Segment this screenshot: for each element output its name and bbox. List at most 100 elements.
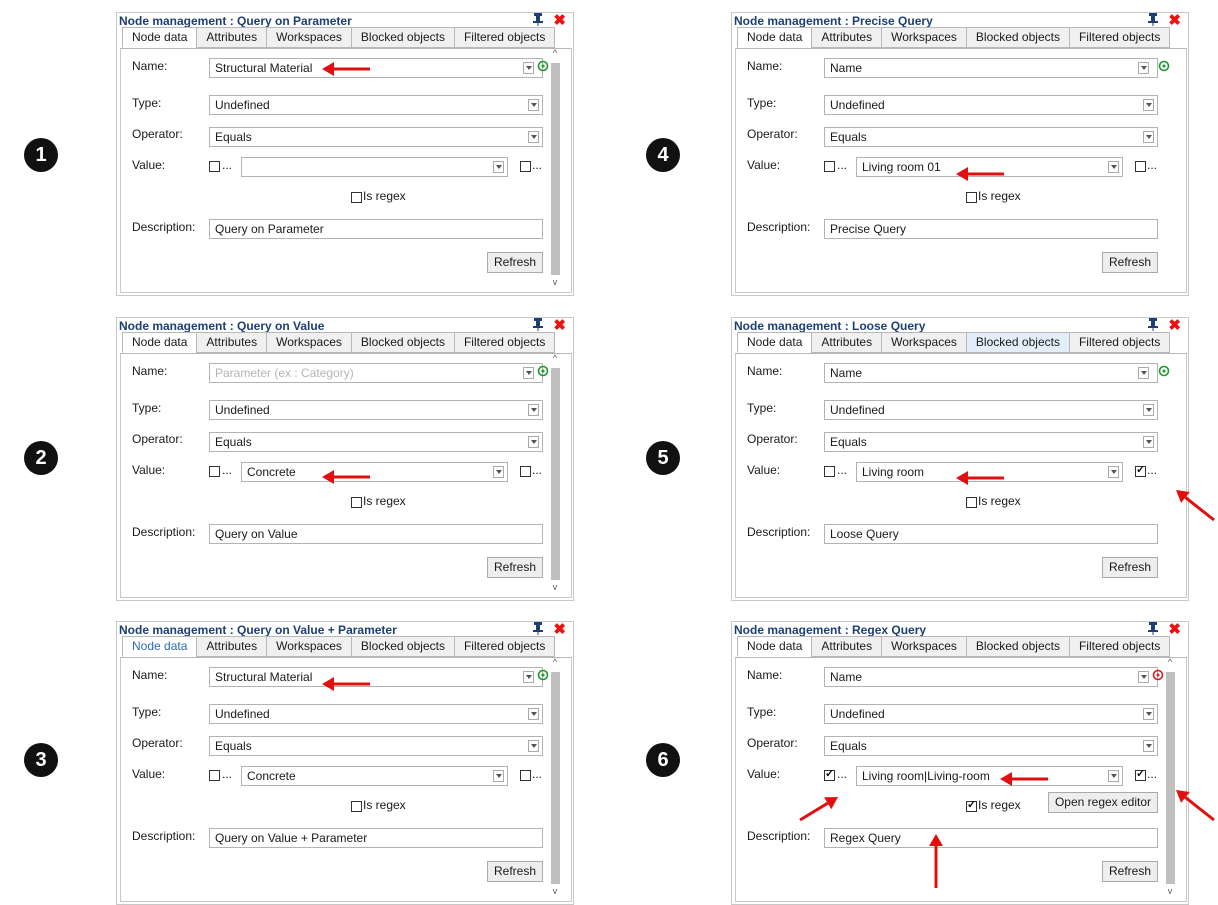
value-right-checkbox[interactable] — [520, 770, 531, 781]
open-regex-editor-button[interactable]: Open regex editor — [1048, 792, 1158, 813]
tab-blocked-objects[interactable]: Blocked objects — [350, 332, 455, 353]
chevron-down-icon[interactable] — [1143, 131, 1154, 143]
pin-icon[interactable] — [532, 13, 544, 26]
value-right-checkbox[interactable] — [1135, 767, 1146, 781]
scrollbar-thumb[interactable] — [551, 368, 560, 580]
tab-node-data[interactable]: Node data — [122, 332, 198, 353]
chevron-down-icon[interactable] — [528, 708, 539, 720]
tab-node-data[interactable]: Node data — [122, 27, 198, 48]
chevron-down-icon[interactable] — [1143, 436, 1154, 448]
tab-filtered-objects[interactable]: Filtered objects — [453, 636, 556, 657]
scroll-up-icon[interactable]: ^ — [550, 657, 560, 667]
chevron-down-icon[interactable] — [1108, 466, 1119, 478]
chevron-down-icon[interactable] — [1108, 770, 1119, 782]
tab-filtered-objects[interactable]: Filtered objects — [1068, 636, 1171, 657]
chevron-down-icon[interactable] — [1138, 671, 1149, 683]
tab-filtered-objects[interactable]: Filtered objects — [1068, 27, 1171, 48]
tab-workspaces[interactable]: Workspaces — [266, 332, 352, 353]
tab-filtered-objects[interactable]: Filtered objects — [1068, 332, 1171, 353]
pin-icon[interactable] — [532, 318, 544, 331]
chevron-down-icon[interactable] — [493, 770, 504, 782]
description-input[interactable]: Query on Value + Parameter — [209, 828, 543, 848]
tab-node-data[interactable]: Node data — [122, 636, 198, 657]
value-right-checkbox[interactable] — [520, 466, 531, 477]
chevron-down-icon[interactable] — [1138, 62, 1149, 74]
value-left-checkbox[interactable] — [824, 161, 835, 172]
tab-attributes[interactable]: Attributes — [811, 636, 883, 657]
tab-workspaces[interactable]: Workspaces — [266, 636, 352, 657]
type-select[interactable]: Undefined — [209, 704, 543, 724]
description-input[interactable]: Precise Query — [824, 219, 1158, 239]
scroll-down-icon[interactable]: v — [550, 582, 560, 592]
chevron-down-icon[interactable] — [523, 367, 534, 379]
is-regex-checkbox[interactable] — [351, 801, 362, 812]
chevron-down-icon[interactable] — [1143, 740, 1154, 752]
value-combobox[interactable] — [241, 157, 508, 177]
chevron-down-icon[interactable] — [493, 466, 504, 478]
tab-node-data[interactable]: Node data — [737, 27, 813, 48]
scroll-up-icon[interactable]: ^ — [550, 48, 560, 58]
value-left-checkbox[interactable] — [824, 466, 835, 477]
is-regex-checkbox[interactable] — [966, 798, 977, 812]
tab-attributes[interactable]: Attributes — [811, 332, 883, 353]
value-combobox[interactable]: Concrete — [241, 766, 508, 786]
is-regex-checkbox[interactable] — [966, 192, 977, 203]
vertical-scrollbar[interactable]: ^ v — [550, 657, 560, 896]
tab-workspaces[interactable]: Workspaces — [881, 636, 967, 657]
tab-workspaces[interactable]: Workspaces — [881, 27, 967, 48]
refresh-button[interactable]: Refresh — [1102, 252, 1158, 273]
name-combobox[interactable]: Structural Material — [209, 667, 543, 687]
type-select[interactable]: Undefined — [824, 95, 1158, 115]
operator-select[interactable]: Equals — [824, 127, 1158, 147]
tab-workspaces[interactable]: Workspaces — [266, 27, 352, 48]
name-combobox[interactable]: Name — [824, 667, 1158, 687]
description-input[interactable]: Query on Parameter — [209, 219, 543, 239]
chevron-down-icon[interactable] — [1143, 99, 1154, 111]
refresh-button[interactable]: Refresh — [487, 861, 543, 882]
is-regex-checkbox[interactable] — [351, 497, 362, 508]
scrollbar-thumb[interactable] — [551, 63, 560, 275]
name-combobox[interactable]: Name — [824, 58, 1158, 78]
value-combobox[interactable]: Living room|Living-room — [856, 766, 1123, 786]
is-regex-checkbox[interactable] — [966, 497, 977, 508]
pin-icon[interactable] — [1147, 318, 1159, 331]
value-right-checkbox[interactable] — [1135, 161, 1146, 172]
vertical-scrollbar[interactable]: ^ v — [1165, 657, 1175, 896]
name-combobox[interactable]: Structural Material — [209, 58, 543, 78]
tab-node-data[interactable]: Node data — [737, 332, 813, 353]
value-right-checkbox[interactable] — [520, 161, 531, 172]
description-input[interactable]: Regex Query — [824, 828, 1158, 848]
value-left-checkbox[interactable] — [209, 770, 220, 781]
value-left-checkbox[interactable] — [209, 161, 220, 172]
value-left-checkbox[interactable] — [209, 466, 220, 477]
operator-select[interactable]: Equals — [209, 736, 543, 756]
chevron-down-icon[interactable] — [528, 436, 539, 448]
chevron-down-icon[interactable] — [523, 671, 534, 683]
value-combobox[interactable]: Concrete — [241, 462, 508, 482]
tab-filtered-objects[interactable]: Filtered objects — [453, 332, 556, 353]
scrollbar-thumb[interactable] — [551, 672, 560, 884]
description-input[interactable]: Loose Query — [824, 524, 1158, 544]
scroll-up-icon[interactable]: ^ — [550, 353, 560, 363]
type-select[interactable]: Undefined — [209, 95, 543, 115]
scrollbar-thumb[interactable] — [1166, 672, 1175, 884]
name-combobox[interactable]: Name — [824, 363, 1158, 383]
pin-icon[interactable] — [1147, 13, 1159, 26]
value-combobox[interactable]: Living room 01 — [856, 157, 1123, 177]
type-select[interactable]: Undefined — [209, 400, 543, 420]
scroll-down-icon[interactable]: v — [550, 277, 560, 287]
tab-blocked-objects[interactable]: Blocked objects — [965, 27, 1070, 48]
tab-attributes[interactable]: Attributes — [196, 27, 268, 48]
tab-attributes[interactable]: Attributes — [811, 27, 883, 48]
pin-icon[interactable] — [1147, 622, 1159, 635]
refresh-button[interactable]: Refresh — [1102, 861, 1158, 882]
tab-node-data[interactable]: Node data — [737, 636, 813, 657]
tab-blocked-objects[interactable]: Blocked objects — [965, 636, 1070, 657]
scroll-up-icon[interactable]: ^ — [1165, 657, 1175, 667]
description-input[interactable]: Query on Value — [209, 524, 543, 544]
value-left-checkbox[interactable] — [824, 767, 835, 781]
chevron-down-icon[interactable] — [528, 740, 539, 752]
chevron-down-icon[interactable] — [528, 404, 539, 416]
chevron-down-icon[interactable] — [1108, 161, 1119, 173]
chevron-down-icon[interactable] — [493, 161, 504, 173]
